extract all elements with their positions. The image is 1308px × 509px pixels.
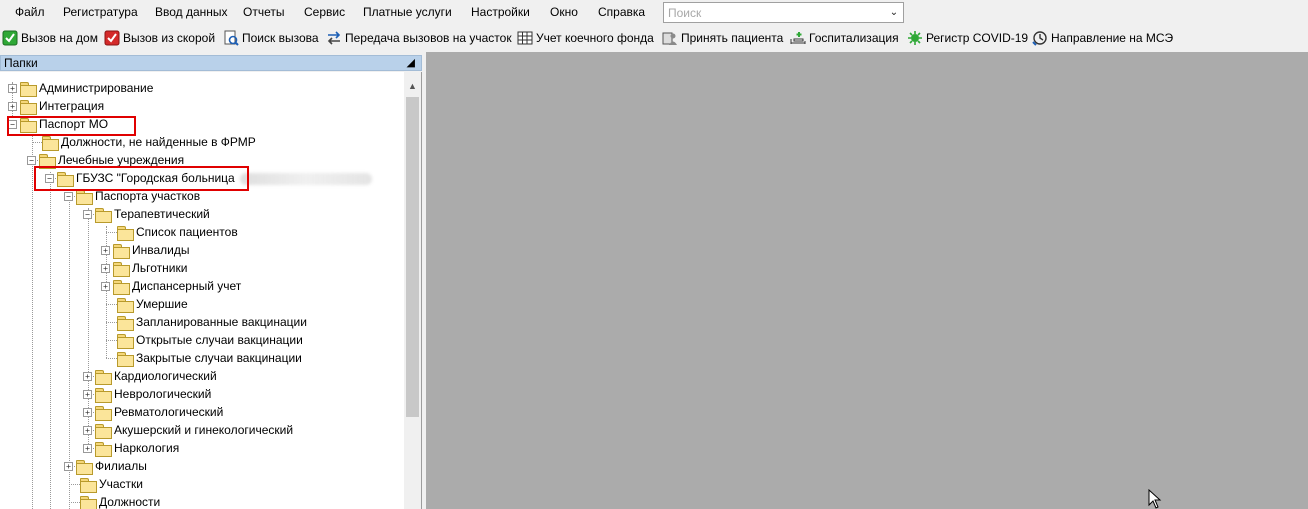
- collapse-icon[interactable]: −: [83, 209, 92, 219]
- menu-help[interactable]: Справка: [598, 4, 645, 20]
- search-input[interactable]: [664, 3, 886, 22]
- tree-item-open-vaccinations[interactable]: Открытые случаи вакцинации: [117, 331, 303, 349]
- green-check-icon: [2, 30, 18, 46]
- menu-service[interactable]: Сервис: [304, 4, 345, 20]
- collapse-icon[interactable]: −: [27, 155, 36, 165]
- redacted-text: [240, 173, 372, 185]
- expand-icon[interactable]: +: [83, 425, 92, 435]
- folder-icon: [76, 459, 93, 475]
- highlight-box-mo-passport: [7, 116, 136, 136]
- hospitalization-icon: [790, 30, 806, 46]
- red-check-icon: [104, 30, 120, 46]
- folder-icon: [39, 153, 56, 169]
- tree-scrollbar[interactable]: ▲: [404, 72, 421, 509]
- expand-icon[interactable]: +: [83, 371, 92, 381]
- menu-bar: Файл Регистратура Ввод данных Отчеты Сер…: [0, 0, 1308, 24]
- menu-settings[interactable]: Настройки: [471, 4, 530, 20]
- mse-referral-button[interactable]: Направление на МСЭ: [1032, 29, 1173, 47]
- folder-icon: [117, 315, 134, 331]
- folder-icon: [95, 387, 112, 403]
- accept-patient-button[interactable]: Принять пациента: [662, 29, 783, 47]
- hospitalization-button[interactable]: Госпитализация: [790, 29, 899, 47]
- folder-icon: [117, 351, 134, 367]
- chevron-down-icon[interactable]: ⌄: [885, 3, 903, 22]
- menu-registry[interactable]: Регистратура: [63, 4, 138, 20]
- scroll-up-icon[interactable]: ▲: [404, 80, 421, 92]
- tree-item-closed-vaccinations[interactable]: Закрытые случаи вакцинации: [117, 349, 302, 367]
- panel-title: Папки: [4, 56, 38, 70]
- main-workspace: [426, 52, 1308, 509]
- search-document-icon: [223, 30, 239, 46]
- tree-item-planned-vaccinations[interactable]: Запланированные вакцинации: [117, 313, 307, 331]
- tree-item-deceased[interactable]: Умершие: [117, 295, 188, 313]
- folder-icon: [42, 135, 59, 151]
- tree-item-patient-list[interactable]: Список пациентов: [117, 223, 238, 241]
- search-box[interactable]: ⌄: [663, 2, 904, 23]
- tree-item-rheumatology[interactable]: + Ревматологический: [83, 403, 223, 421]
- folder-icon: [20, 81, 37, 97]
- folder-icon: [20, 99, 37, 115]
- ambulance-call-button[interactable]: Вызов из скорой: [104, 29, 215, 47]
- folder-icon: [80, 495, 97, 509]
- tree-item-beneficiaries[interactable]: + Льготники: [101, 259, 187, 277]
- folder-icon: [95, 423, 112, 439]
- tree-item-neurology[interactable]: + Неврологический: [83, 385, 211, 403]
- tree-item-narcology[interactable]: + Наркология: [83, 439, 179, 457]
- folder-icon: [117, 297, 134, 313]
- menu-reports[interactable]: Отчеты: [243, 4, 284, 20]
- folder-icon: [95, 207, 112, 223]
- referral-icon: [1032, 30, 1048, 46]
- menu-paid-services[interactable]: Платные услуги: [363, 4, 452, 20]
- virus-icon: [907, 30, 923, 46]
- tree-item-therapeutic[interactable]: − Терапевтический: [83, 205, 210, 223]
- folder-icon: [95, 369, 112, 385]
- folder-icon: [113, 243, 130, 259]
- expand-icon[interactable]: +: [101, 245, 110, 255]
- menu-file[interactable]: Файл: [15, 4, 45, 20]
- tree-item-positions[interactable]: Должности: [80, 493, 160, 509]
- covid-registry-button[interactable]: Регистр COVID-19: [907, 29, 1028, 47]
- scroll-thumb[interactable]: [406, 97, 419, 417]
- tree-item-disabled[interactable]: + Инвалиды: [101, 241, 190, 259]
- expand-icon[interactable]: +: [83, 407, 92, 417]
- folder-icon: [95, 441, 112, 457]
- expand-icon[interactable]: +: [83, 389, 92, 399]
- transfer-arrows-icon: [326, 30, 342, 46]
- folder-icon: [76, 189, 93, 205]
- expand-icon[interactable]: +: [83, 443, 92, 453]
- tree-item-branches[interactable]: + Филиалы: [64, 457, 147, 475]
- tree-item-dispensary[interactable]: + Диспансерный учет: [101, 277, 241, 295]
- folder-icon: [113, 261, 130, 277]
- tree-item-administration[interactable]: + Администрирование: [8, 79, 153, 97]
- expand-icon[interactable]: +: [101, 281, 110, 291]
- folder-icon: [113, 279, 130, 295]
- expand-icon[interactable]: +: [64, 461, 73, 471]
- mouse-cursor-icon: [1148, 489, 1162, 509]
- folder-icon: [80, 477, 97, 493]
- transfer-calls-button[interactable]: Передача вызовов на участок: [326, 29, 512, 47]
- expand-icon[interactable]: +: [101, 263, 110, 273]
- expand-icon[interactable]: +: [8, 83, 17, 93]
- collapse-icon[interactable]: −: [64, 191, 73, 201]
- pin-icon[interactable]: ◢: [407, 56, 415, 70]
- menu-window[interactable]: Окно: [550, 4, 578, 20]
- home-visit-button[interactable]: Вызов на дом: [2, 29, 98, 47]
- folder-icon: [117, 333, 134, 349]
- bed-fund-button[interactable]: Учет коечного фонда: [517, 29, 654, 47]
- folders-panel-header: Папки ◢: [0, 55, 422, 71]
- toolbar: Вызов на дом Вызов из скорой Поиск вызов…: [0, 27, 1308, 49]
- folder-icon: [95, 405, 112, 421]
- tree-item-cardiology[interactable]: + Кардиологический: [83, 367, 217, 385]
- bed-grid-icon: [517, 30, 533, 46]
- search-call-button[interactable]: Поиск вызова: [223, 29, 319, 47]
- menu-data-entry[interactable]: Ввод данных: [155, 4, 228, 20]
- tree-item-obstetrics[interactable]: + Акушерский и гинекологический: [83, 421, 293, 439]
- tree-item-integration[interactable]: + Интеграция: [8, 97, 104, 115]
- folder-tree: + Администрирование + Интеграция − Паспорт …: [0, 72, 422, 509]
- tree-item-districts[interactable]: Участки: [80, 475, 143, 493]
- folder-icon: [117, 225, 134, 241]
- highlight-box-city-hospital: [34, 166, 249, 191]
- accept-patient-icon: [662, 30, 678, 46]
- expand-icon[interactable]: +: [8, 101, 17, 111]
